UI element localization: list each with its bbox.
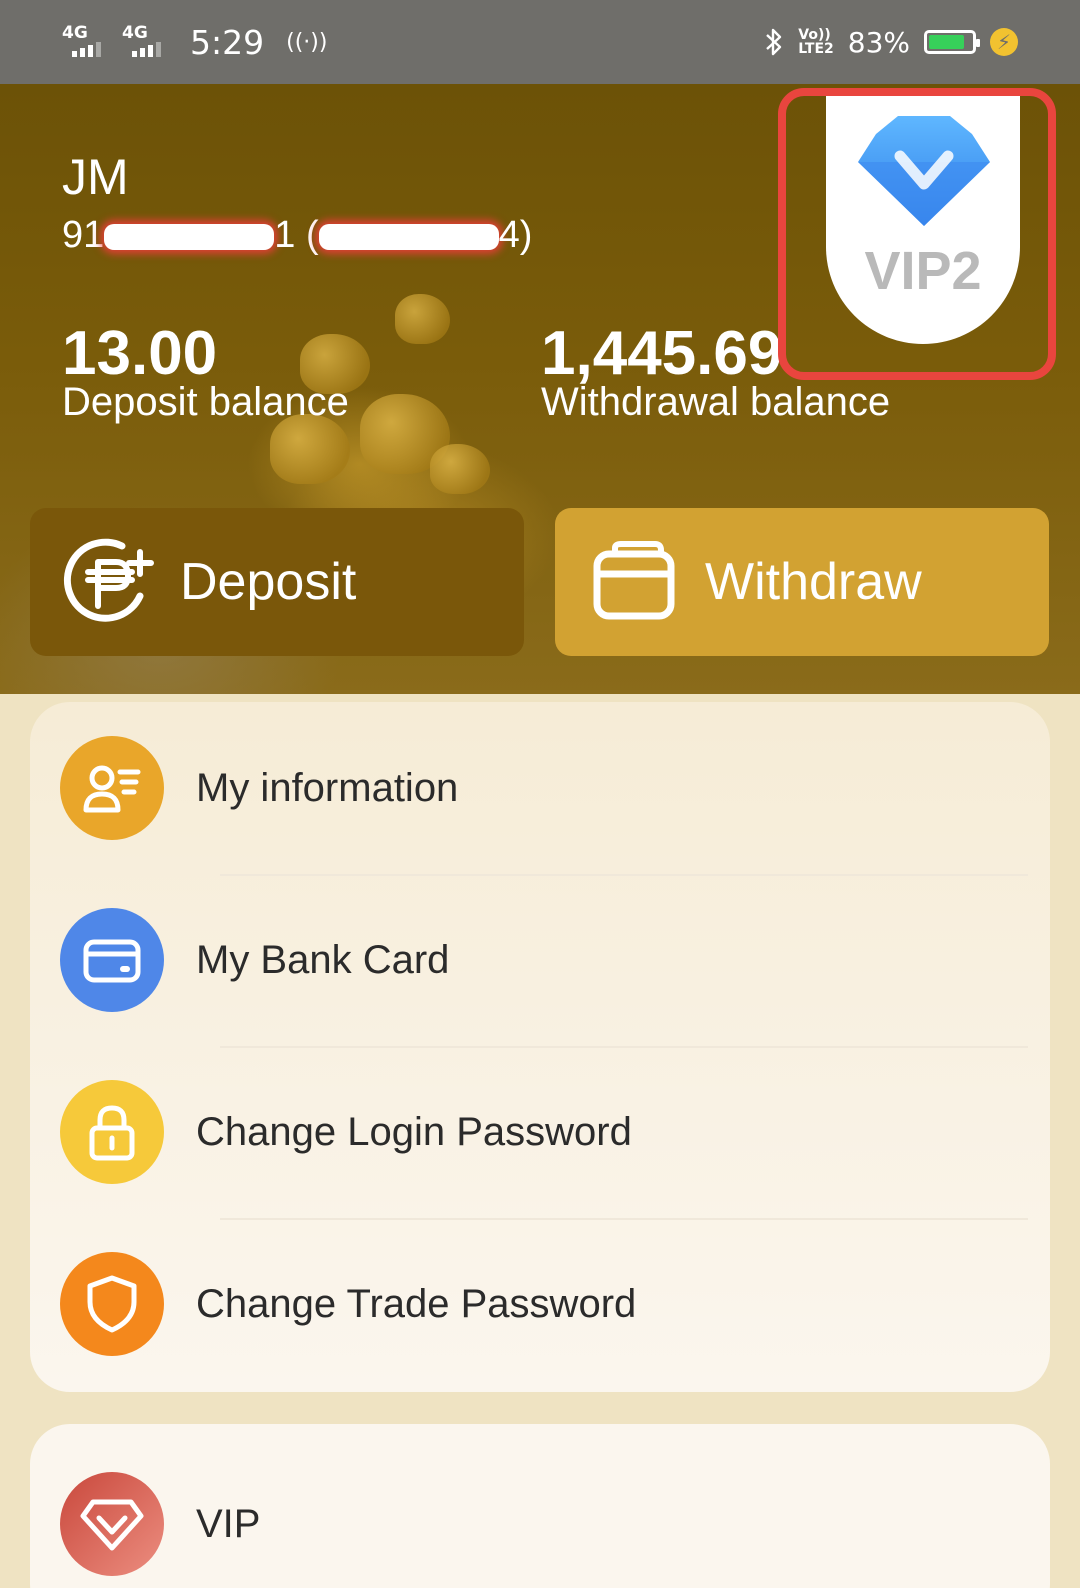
menu-item-my-bank-card[interactable]: My Bank Card xyxy=(30,874,1050,1046)
user-id-open: ( xyxy=(305,214,319,256)
deposit-balance-value: 13.00 xyxy=(62,319,218,388)
menu-item-label: My information xyxy=(196,765,459,810)
volte-top: Vo)) xyxy=(798,27,831,43)
status-bar-right: Vo)) LTE2 83% ⚡ xyxy=(764,26,1018,59)
wallet-icon xyxy=(593,541,675,620)
menu-item-label: VIP xyxy=(196,1501,261,1546)
menu-item-change-login-password[interactable]: Change Login Password xyxy=(30,1046,1050,1218)
highlight-box xyxy=(778,88,1056,380)
menu-item-change-trade-password[interactable]: Change Trade Password xyxy=(30,1218,1050,1390)
gold-nugget-decoration xyxy=(430,444,490,494)
menu-item-label: My Bank Card xyxy=(196,937,450,982)
menu-item-label: Change Login Password xyxy=(196,1109,632,1154)
redaction-mark xyxy=(104,223,275,250)
withdrawal-balance-value: 1,445.69 xyxy=(541,319,783,388)
user-name: JM xyxy=(62,149,129,205)
lock-icon xyxy=(60,1080,164,1184)
deposit-balance-label: Deposit balance xyxy=(62,380,349,424)
phone-prefix: 91 xyxy=(62,214,105,256)
phone-suffix: 1 xyxy=(274,214,296,256)
account-header: JM 91 1 (4) 13.00 Deposit balance 1,445.6… xyxy=(0,84,1080,694)
gold-nugget-decoration xyxy=(395,294,450,344)
user-phone: 91 1 (4) xyxy=(62,214,532,257)
signal-icon-2: 4G xyxy=(122,23,168,57)
withdraw-button-label: Withdraw xyxy=(705,553,922,611)
network-type-label-2: 4G xyxy=(122,23,148,43)
status-bar: 4G 4G 5:29 ((·)) Vo)) LTE2 83% ⚡ xyxy=(0,0,1080,84)
charging-icon: ⚡ xyxy=(990,28,1018,56)
battery-fill xyxy=(929,35,964,49)
volte-icon: Vo)) LTE2 xyxy=(798,28,833,56)
hotspot-icon: ((·)) xyxy=(286,29,328,55)
clock: 5:29 xyxy=(190,22,265,62)
withdraw-button[interactable]: Withdraw xyxy=(555,508,1049,656)
redaction-mark xyxy=(318,223,499,250)
signal-icon: 4G xyxy=(62,23,108,57)
menu-item-vip[interactable]: VIP xyxy=(30,1438,1050,1588)
deposit-button[interactable]: Deposit xyxy=(30,508,524,656)
bank-card-icon xyxy=(60,908,164,1012)
menu-item-my-information[interactable]: My information xyxy=(30,702,1050,874)
user-id-close: 4) xyxy=(498,214,533,256)
battery-percent: 83% xyxy=(847,25,910,59)
diamond-icon xyxy=(60,1472,164,1576)
peso-plus-icon xyxy=(63,538,154,622)
shield-icon xyxy=(60,1252,164,1356)
vip-menu-card: VIP xyxy=(30,1424,1050,1588)
bluetooth-icon xyxy=(766,28,782,56)
user-info-icon xyxy=(60,736,164,840)
deposit-button-label: Deposit xyxy=(180,553,357,611)
network-type-label: 4G xyxy=(62,23,88,43)
status-bar-left: 4G 4G 5:29 ((·)) xyxy=(62,23,327,62)
account-menu: My information My Bank Card Change Login… xyxy=(30,702,1050,1392)
menu-item-label: Change Trade Password xyxy=(196,1281,637,1326)
volte-bottom: LTE2 xyxy=(798,41,834,57)
battery-icon xyxy=(924,30,980,54)
withdrawal-balance-label: Withdrawal balance xyxy=(541,380,891,424)
